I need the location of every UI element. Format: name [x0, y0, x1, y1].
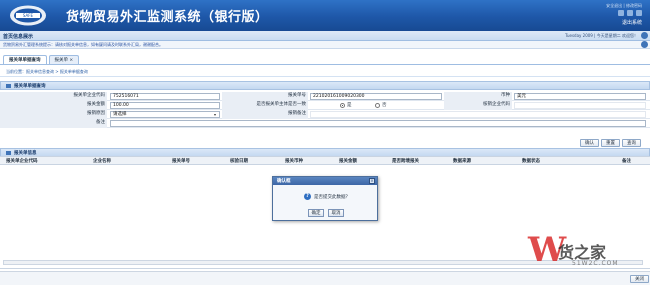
form-row-3: 报销原因 请选择 ▾ 报销备注	[0, 110, 650, 119]
col-header[interactable]: 报关单号	[172, 158, 190, 164]
radio-yes[interactable]	[340, 103, 345, 108]
dialog-title: 确认框	[277, 179, 291, 184]
help-icon[interactable]	[627, 10, 633, 16]
dialog-cancel-button[interactable]: 取消	[328, 209, 344, 217]
col-header[interactable]: 报关金额	[339, 158, 357, 164]
home-icon[interactable]	[618, 10, 624, 16]
radio-no-label: 否	[382, 103, 387, 108]
currency-select[interactable]: 美元	[514, 93, 646, 100]
col-header[interactable]: 是否跨境报关	[392, 158, 419, 164]
radio-no[interactable]	[375, 103, 380, 108]
tab-declaration[interactable]: 报关单 ×	[48, 55, 80, 64]
decl-no-label: 报关单号	[222, 92, 308, 101]
remark-label: 备注	[0, 119, 107, 128]
confirm-dialog: 确认框 × ? 是否提交此数据？ 确定 取消	[272, 176, 378, 221]
amount-label: 报关金额	[0, 101, 107, 110]
col-header[interactable]: 备注	[622, 158, 631, 164]
decl-no-input[interactable]: 221020161009020300	[310, 93, 442, 100]
customs-code-label: 报关单企业代码	[0, 92, 107, 101]
tab-strip: 报关单单据查询 报关单 ×	[3, 55, 80, 64]
amount-input[interactable]: 100.00	[110, 102, 220, 109]
col-header[interactable]: 报关币种	[285, 158, 303, 164]
results-table-header: 报关单企业代码 企业名称 报关单号 核验日期 报关币种 报关金额 是否跨境报关 …	[0, 156, 650, 165]
tab-query[interactable]: 报关单单据查询	[3, 55, 47, 64]
chevron-down-icon: ▾	[214, 112, 217, 117]
watermark-url: 51W2C.COM	[572, 260, 619, 267]
svg-text:SAFE: SAFE	[23, 13, 34, 18]
search-section-header: 报关单单据查询	[0, 81, 650, 90]
tab-divider	[0, 64, 650, 65]
reason-desc-label: 报销备注	[222, 110, 308, 119]
close-icon[interactable]: ×	[369, 178, 375, 184]
agent-code-input[interactable]	[514, 102, 646, 109]
submit-button[interactable]: 确认	[580, 139, 599, 147]
query-button[interactable]: 查询	[622, 139, 641, 147]
notice-bar: 首页信息展示 Tuesday 2009 | 今天是星期二 欢迎您！	[0, 31, 650, 41]
logout-link[interactable]: 退出系统	[622, 19, 642, 26]
currency-value: 美元	[517, 94, 526, 99]
currency-label: 币种	[444, 92, 512, 101]
marquee-text: 货物贸易外汇管理系统提示：请核对报关单信息，如有疑问请及时联系外汇局，谢谢配合。	[3, 42, 163, 47]
top-toolbar-icons	[618, 10, 642, 16]
breadcrumb-divider	[0, 76, 650, 77]
radio-yes-label: 是	[347, 103, 352, 108]
watermark: W 货之家 51W2C.COM	[528, 226, 646, 286]
search-section-title: 报关单单据查询	[14, 84, 46, 89]
safe-logo-icon: SAFE	[10, 5, 46, 26]
notice-label: 首页信息展示	[3, 34, 34, 40]
dialog-title-bar[interactable]: 确认框 ×	[273, 177, 377, 185]
consistent-label: 是否报关单主体是否一致	[222, 101, 308, 110]
section-icon	[6, 151, 11, 155]
col-header[interactable]: 核验日期	[230, 158, 248, 164]
date-info: Tuesday 2009 | 今天是星期二 欢迎您！	[565, 33, 638, 38]
header-banner: SAFE 货物贸易外汇监测系统（银行版） 安全退出 | 修改密码 退出系统	[0, 0, 650, 31]
collapse-icon[interactable]	[641, 32, 648, 39]
form-row-1: 报关单企业代码 752516071 报关单号 22102016100902030…	[0, 92, 650, 101]
remark-input[interactable]	[110, 120, 646, 127]
reset-button[interactable]: 重置	[601, 139, 620, 147]
reason-value: 请选择	[113, 112, 127, 117]
col-header[interactable]: 报关单企业代码	[6, 158, 38, 164]
top-links[interactable]: 安全退出 | 修改密码	[606, 3, 642, 9]
breadcrumb: 当前位置：报关单信息查询 > 报关单单据查询	[6, 69, 88, 74]
form-row-4: 备注	[0, 119, 650, 128]
col-header[interactable]: 企业名称	[93, 158, 111, 164]
marquee-bar: 货物贸易外汇管理系统提示：请核对报关单信息，如有疑问请及时联系外汇局，谢谢配合。	[0, 41, 650, 49]
col-header[interactable]: 数据状态	[522, 158, 540, 164]
dialog-message: 是否提交此数据？	[314, 195, 350, 200]
form-row-2: 报关金额 100.00 是否报关单主体是否一致 是 否 核销企业代码	[0, 101, 650, 110]
reason-label: 报销原因	[0, 110, 107, 119]
reason-desc-input[interactable]	[310, 111, 646, 118]
section-icon	[6, 84, 11, 88]
dialog-ok-button[interactable]: 确定	[308, 209, 324, 217]
col-header[interactable]: 数据来源	[453, 158, 471, 164]
exit-icon[interactable]	[636, 10, 642, 16]
question-icon: ?	[304, 193, 311, 200]
customs-code-input[interactable]: 752516071	[110, 93, 220, 100]
system-title: 货物贸易外汇监测系统（银行版）	[66, 10, 269, 25]
reason-select[interactable]: 请选择 ▾	[110, 111, 220, 118]
agent-code-label: 核销企业代码	[444, 101, 512, 110]
expand-icon[interactable]	[641, 41, 648, 48]
